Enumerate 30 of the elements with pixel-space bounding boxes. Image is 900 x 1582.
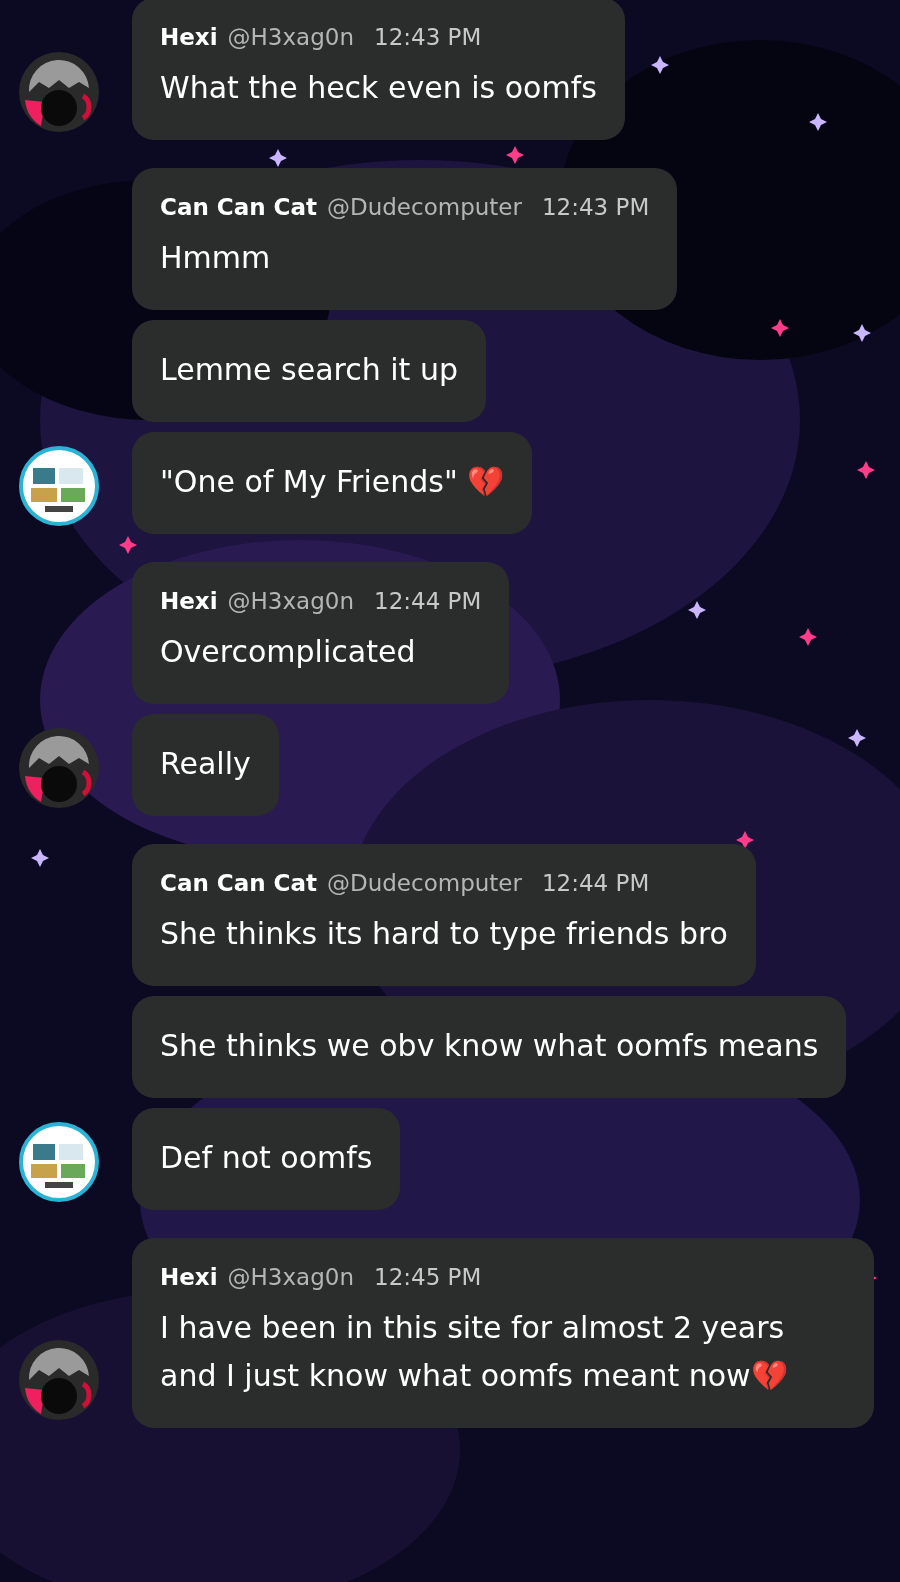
- message-text: "One of My Friends" 💔: [160, 463, 505, 501]
- user-name: Hexi: [160, 588, 218, 614]
- avatar-icon[interactable]: [19, 446, 99, 526]
- user-name: Can Can Cat: [160, 870, 317, 896]
- avatar-icon[interactable]: [19, 1122, 99, 1202]
- message-text: Def not oomfs: [160, 1139, 373, 1177]
- user-handle: @H3xag0n: [227, 1264, 355, 1290]
- timestamp: 12:44 PM: [374, 588, 482, 614]
- message-text: She thinks we obv know what oomfs means: [160, 1027, 819, 1065]
- user-name: Hexi: [160, 24, 218, 50]
- user-handle: @Dudecomputer: [326, 194, 522, 220]
- avatar-icon[interactable]: [19, 728, 99, 808]
- message-text: I have been in this site for almost 2 years and I just know what oomfs meant now💔: [160, 1309, 789, 1395]
- message-text: Really: [160, 745, 251, 783]
- user-handle: @Dudecomputer: [326, 870, 522, 896]
- message-text: Lemme search it up: [160, 351, 458, 389]
- user-name: Can Can Cat: [160, 194, 317, 220]
- message-text: Hmmm: [160, 239, 272, 277]
- timestamp: 12:43 PM: [374, 24, 482, 50]
- user-handle: @H3xag0n: [227, 24, 355, 50]
- avatar-icon[interactable]: [19, 1340, 99, 1420]
- message-text: What the heck even is oomfs: [160, 69, 597, 107]
- avatar-icon[interactable]: [19, 52, 99, 132]
- timestamp: 12:43 PM: [541, 194, 650, 220]
- user-name: Hexi: [160, 1264, 218, 1290]
- timestamp: 12:44 PM: [541, 870, 650, 896]
- message-text: Overcomplicated: [160, 633, 417, 671]
- timestamp: 12:45 PM: [374, 1264, 482, 1290]
- user-handle: @H3xag0n: [227, 588, 355, 614]
- message-text: She thinks its hard to type friends bro: [160, 915, 728, 953]
